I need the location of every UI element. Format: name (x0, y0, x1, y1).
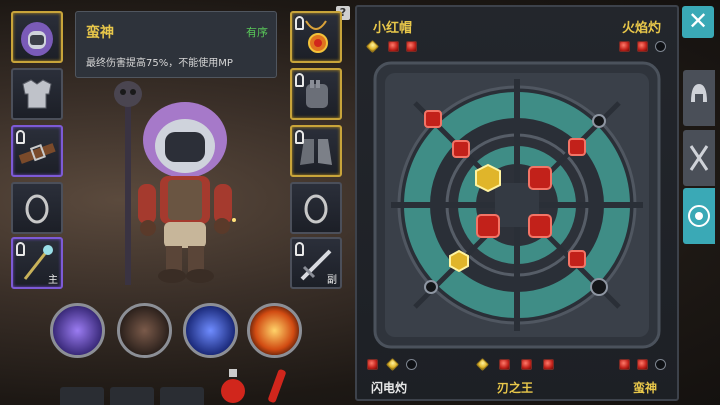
equip-slot-weapon-off[interactable]: 副 (290, 237, 342, 289)
gem-red (367, 359, 378, 370)
equip-slot-boots[interactable] (290, 125, 342, 177)
lock-icon (295, 73, 304, 87)
gem-red (619, 359, 630, 370)
equip-slot-helmet[interactable] (11, 11, 63, 63)
tooltip-title: 蛮神 (86, 25, 114, 41)
tab-gem-board[interactable] (683, 188, 715, 244)
ring-icon (25, 194, 49, 224)
equip-slot-amulet[interactable] (290, 11, 342, 63)
gem-gold (385, 357, 400, 372)
tooltip-status: 有序 (246, 26, 268, 39)
character-model (114, 81, 236, 285)
gem-gold (365, 39, 380, 54)
lock-icon (295, 130, 304, 144)
lock-icon (295, 16, 304, 30)
gem-empty (655, 41, 666, 52)
board-socket-empty (592, 114, 606, 128)
set-name-bottom-right: 蛮神 (633, 381, 658, 395)
gem-gold (475, 357, 490, 372)
gem-red (499, 359, 510, 370)
equip-slot-armor[interactable] (11, 68, 63, 120)
gem-red (619, 41, 630, 52)
lock-icon (16, 130, 25, 144)
equip-slot-weapon-main[interactable]: 主 (11, 237, 63, 289)
fireball-skill-icon[interactable] (247, 303, 302, 358)
claw-skill-icon[interactable] (117, 303, 172, 358)
gem-board (373, 61, 661, 349)
ring-icon (304, 194, 328, 224)
set-name-bottom-center: 刃之王 (497, 381, 534, 395)
gem-red (521, 359, 532, 370)
arcane-skill-icon[interactable] (50, 303, 105, 358)
main-hand-tag: 主 (48, 275, 58, 286)
board-socket-empty (424, 280, 438, 294)
equip-slot-gloves[interactable] (290, 68, 342, 120)
skill-tooltip: 蛮神 有序 最终伤害提高75%，不能使用MP (75, 11, 277, 78)
bottom-button-1[interactable] (60, 387, 104, 405)
gem-red (637, 41, 648, 52)
health-potion-icon[interactable] (218, 367, 248, 405)
set-name-top-right: 火焰灼 (621, 21, 661, 36)
gem-red (406, 41, 417, 52)
board-socket-empty (590, 278, 608, 296)
set-name-bottom-left: 闪电灼 (371, 381, 408, 395)
equip-slot-belt[interactable] (11, 125, 63, 177)
gem-red (543, 359, 554, 370)
board-gem-gold (449, 249, 469, 273)
lock-icon (16, 242, 25, 256)
board-gem-gold (475, 163, 501, 193)
lightning-orb-skill-icon[interactable] (183, 303, 238, 358)
tab-weapons[interactable] (683, 130, 715, 186)
gem-red (637, 359, 648, 370)
gem-board-panel: 小红帽 火焰灼 闪电灼 刃之王 蛮神 (355, 5, 679, 401)
health-flask-icon[interactable] (262, 367, 292, 405)
tab-equipment[interactable] (683, 70, 715, 126)
armor-icon (22, 79, 52, 109)
bottom-button-3[interactable] (160, 387, 204, 405)
hood-helmet-icon (21, 22, 53, 56)
gem-red (388, 41, 399, 52)
bottom-button-2[interactable] (110, 387, 154, 405)
gem-board-icon (688, 205, 710, 227)
helmet-icon (691, 84, 707, 102)
gem-empty (406, 359, 417, 370)
off-hand-tag: 副 (327, 275, 337, 286)
lock-icon (295, 242, 304, 256)
equip-slot-ring-right[interactable] (290, 182, 342, 234)
close-button[interactable]: ✕ (682, 6, 714, 38)
gem-empty (655, 359, 666, 370)
set-name-top-left: 小红帽 (373, 21, 413, 36)
equip-slot-ring-left[interactable] (11, 182, 63, 234)
crossed-swords-icon (689, 145, 709, 171)
tooltip-description: 最终伤害提高75%，不能使用MP (86, 58, 233, 69)
